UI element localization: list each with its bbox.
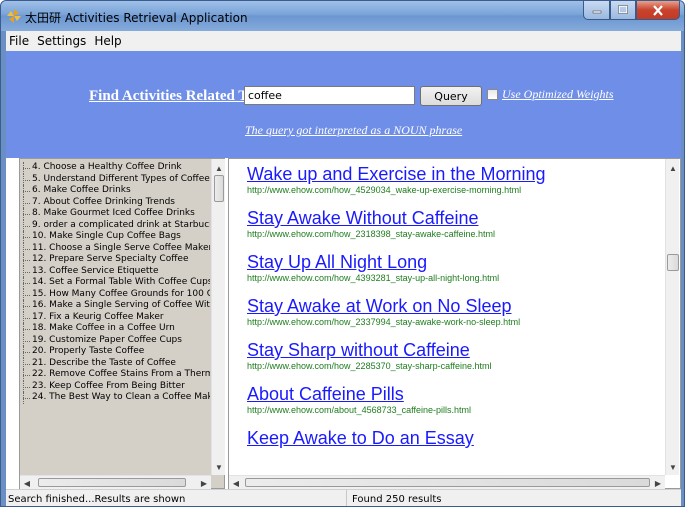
tree-item[interactable]: 9. order a complicated drink at Starbuck… [20,219,210,232]
result-item: Keep Awake to Do an Essay [247,427,657,449]
find-label: Find Activities Related To: [89,88,260,104]
tree-item[interactable]: 19. Customize Paper Coffee Cups [20,334,210,347]
tree-item[interactable]: 20. Properly Taste Coffee [20,346,210,358]
tree-vertical-scrollbar[interactable]: ▲ ▼ [211,159,225,475]
scroll-right-icon[interactable]: ▶ [651,476,665,490]
minimize-button[interactable] [583,1,610,20]
result-title-link[interactable]: Stay Up All Night Long [247,251,657,273]
pinwheel-icon [7,9,21,23]
result-title-link[interactable]: Stay Sharp without Caffeine [247,339,657,361]
result-title-link[interactable]: Keep Awake to Do an Essay [247,427,657,449]
tree-item[interactable]: 7. About Coffee Drinking Trends [20,196,210,209]
result-title-link[interactable]: About Caffeine Pills [247,383,657,405]
minimize-icon [592,10,601,14]
result-url: http://www.ehow.com/how_2337994_stay-awa… [247,317,521,327]
menu-bar: File Settings Help [6,31,681,51]
results-scroll-thumb[interactable] [667,254,679,271]
result-title-link[interactable]: Stay Awake Without Caffeine [247,207,657,229]
results-vertical-scrollbar[interactable]: ▲ ▼ [665,159,679,475]
tree-horizontal-scrollbar[interactable]: ◀ ▶ [20,475,211,489]
tree-item[interactable]: 24. The Best Way to Clean a Coffee Maker [20,392,210,404]
result-count: Found 250 results [352,494,442,505]
tree-item[interactable]: 22. Remove Coffee Stains From a Thermo [20,369,210,381]
app-window: 太田研 Activities Retrieval Application Fil… [0,0,685,507]
tree-item[interactable]: 13. Coffee Service Etiquette [20,265,210,278]
results-list: Wake up and Exercise in the Morning http:… [247,163,657,475]
scroll-down-icon[interactable]: ▼ [212,460,226,474]
result-item: About Caffeine Pills http://www.ehow.com/… [247,383,657,416]
maximize-button[interactable] [610,1,636,20]
scroll-up-icon[interactable]: ▲ [666,161,680,175]
close-icon [653,4,663,16]
scroll-down-icon[interactable]: ▼ [666,460,680,474]
result-url: http://www.ehow.com/how_4529034_wake-up-… [247,185,522,195]
result-url: http://www.ehow.com/how_2285370_stay-sha… [247,361,492,371]
results-panel: Wake up and Exercise in the Morning http:… [228,158,681,489]
tree-item[interactable]: 16. Make a Single Serving of Coffee With… [20,300,210,312]
result-item: Stay Sharp without Caffeine http://www.eh… [247,339,657,372]
tree-list: 4. Choose a Healthy Coffee Drink 5. Under… [20,162,210,475]
menu-file[interactable]: File [6,34,33,48]
window-controls [583,1,680,21]
search-panel: Find Activities Related To: Query Use Op… [6,51,681,158]
result-url: http://www.ehow.com/how_2318398_stay-awa… [247,229,495,239]
scroll-up-icon[interactable]: ▲ [212,161,226,175]
main-area: 4. Choose a Healthy Coffee Drink 5. Under… [6,158,681,489]
menu-help[interactable]: Help [90,34,125,48]
result-title-link[interactable]: Stay Awake at Work on No Sleep [247,295,657,317]
tree-item[interactable]: 12. Prepare Serve Specialty Coffee [20,254,210,266]
scroll-left-icon[interactable]: ◀ [229,476,243,490]
title-bar[interactable]: 太田研 Activities Retrieval Application [1,1,684,31]
tree-item[interactable]: 17. Fix a Keurig Coffee Maker [20,311,210,324]
status-bar: Search finished...Results are shown Foun… [6,489,681,506]
window-title: 太田研 Activities Retrieval Application [25,11,248,25]
result-url: http://www.ehow.com/how_4393281_stay-up-… [247,273,500,283]
activity-tree: 4. Choose a Healthy Coffee Drink 5. Under… [19,158,225,489]
menu-settings[interactable]: Settings [33,34,90,48]
tree-item[interactable]: 11. Choose a Single Serve Coffee Maker [20,242,210,255]
tree-item[interactable]: 5. Understand Different Types of Coffee … [20,173,210,186]
query-interpretation: The query got interpreted as a NOUN phra… [245,123,463,137]
search-input[interactable] [244,86,415,105]
optimized-weights-label[interactable]: Use Optimized Weights [502,87,614,102]
result-item: Stay Up All Night Long http://www.ehow.co… [247,251,657,284]
results-horizontal-scrollbar[interactable]: ◀ ▶ [229,475,665,489]
result-item: Wake up and Exercise in the Morning http:… [247,163,657,196]
result-item: Stay Awake Without Caffeine http://www.eh… [247,207,657,240]
tree-item[interactable]: 21. Describe the Taste of Coffee [20,357,210,370]
result-item: Stay Awake at Work on No Sleep http://www… [247,295,657,328]
maximize-icon [618,5,628,14]
tree-item[interactable]: 8. Make Gourmet Iced Coffee Drinks [20,208,210,220]
tree-item[interactable]: 23. Keep Coffee From Being Bitter [20,380,210,393]
query-button[interactable]: Query [420,86,482,106]
results-hscroll-thumb[interactable] [245,478,650,487]
status-message: Search finished...Results are shown [6,490,347,506]
tree-item[interactable]: 14. Set a Formal Table With Coffee Cups [20,277,210,289]
scroll-left-icon[interactable]: ◀ [20,476,34,490]
optimized-weights-checkbox[interactable] [487,89,498,100]
result-title-link[interactable]: Wake up and Exercise in the Morning [247,163,657,185]
scroll-right-icon[interactable]: ▶ [197,476,211,490]
tree-hscroll-thumb[interactable] [38,478,186,487]
tree-item[interactable]: 10. Make Single Cup Coffee Bags [20,231,210,243]
result-url: http://www.ehow.com/about_4568733_caffei… [247,405,471,415]
close-button[interactable] [636,1,680,20]
tree-item[interactable]: 6. Make Coffee Drinks [20,185,210,197]
tree-item[interactable]: 15. How Many Coffee Grounds for 100 Cu [20,288,210,301]
tree-scroll-thumb[interactable] [214,175,224,202]
tree-item[interactable]: 18. Make Coffee in a Coffee Urn [20,323,210,335]
tree-item[interactable]: 4. Choose a Healthy Coffee Drink [20,162,210,174]
